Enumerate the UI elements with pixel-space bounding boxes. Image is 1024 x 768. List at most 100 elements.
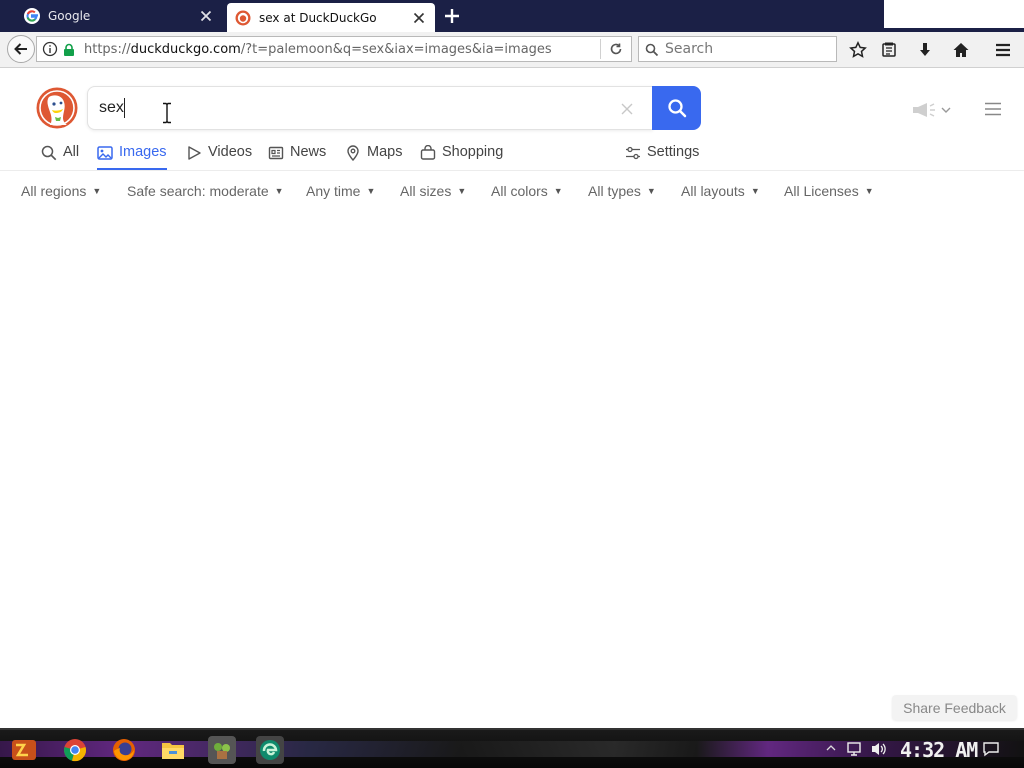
tab-all[interactable]: All <box>41 144 79 170</box>
search-placeholder: Search <box>665 41 714 57</box>
dropdown-arrow-icon: ▼ <box>274 186 284 196</box>
search-button[interactable] <box>652 86 701 130</box>
dropdown-arrow-icon: ▼ <box>366 186 376 196</box>
dropdown-arrow-icon: ▼ <box>553 186 563 196</box>
play-icon <box>188 146 201 160</box>
search-icon <box>645 42 659 57</box>
edge-icon[interactable] <box>256 736 284 764</box>
tab-label: Images <box>119 144 167 160</box>
feedback-label: Share Feedback <box>903 699 1006 716</box>
tab-strip: Google sex at DuckDuckGo <box>0 0 1024 32</box>
firefox-icon[interactable] <box>110 736 138 764</box>
tab-maps[interactable]: Maps <box>345 144 402 170</box>
ibeam-cursor-icon <box>161 102 173 124</box>
filter-size[interactable]: All sizes ▼ <box>400 183 466 199</box>
filter-label: All types <box>588 183 641 199</box>
tab-images[interactable]: Images <box>97 144 167 170</box>
tab-title: Google <box>48 9 91 23</box>
tab-strip-blank <box>884 0 1024 28</box>
dropdown-arrow-icon: ▼ <box>864 186 874 196</box>
filter-label: All Licenses <box>784 183 859 199</box>
tab-shopping[interactable]: Shopping <box>420 144 503 170</box>
filter-label: All regions <box>21 183 87 199</box>
filter-label: Any time <box>306 183 361 199</box>
tab-label: All <box>63 144 80 160</box>
game-icon[interactable] <box>208 736 236 764</box>
filter-safe-search[interactable]: Safe search: moderate ▼ <box>127 183 284 199</box>
search-icon <box>41 145 57 161</box>
filter-time[interactable]: Any time ▼ <box>306 183 375 199</box>
url-scheme: https:// <box>84 41 131 57</box>
share-feedback-button[interactable]: Share Feedback <box>892 695 1017 720</box>
url-path: /?t=palemoon&q=sex&iax=images&ia=images <box>240 41 552 57</box>
arrow-left-icon <box>14 43 27 55</box>
new-tab-icon[interactable] <box>442 6 462 26</box>
text-caret <box>124 98 125 118</box>
image-filters-bar: All regions ▼ Safe search: moderate ▼ Any … <box>0 183 1024 203</box>
chrome-icon[interactable] <box>61 736 89 764</box>
close-tab-icon[interactable] <box>198 8 214 24</box>
lock-icon <box>62 42 76 56</box>
search-icon <box>667 99 686 118</box>
dropdown-arrow-icon: ▼ <box>92 186 102 196</box>
reading-list-icon[interactable] <box>877 38 901 62</box>
menu-icon[interactable] <box>991 38 1015 62</box>
filter-type[interactable]: All types ▼ <box>588 183 656 199</box>
tab-label: Videos <box>208 144 253 160</box>
reload-icon[interactable] <box>601 37 631 61</box>
image-icon <box>97 146 113 160</box>
search-verticals-nav: All Images Videos News Maps Shopping Set… <box>0 140 1024 171</box>
address-bar[interactable]: https://duckduckgo.com/?t=palemoon&q=sex… <box>36 36 632 62</box>
shopping-bag-icon <box>420 145 436 160</box>
volume-icon[interactable] <box>870 740 888 758</box>
taskbar-clock[interactable]: 4:32 AM <box>900 738 978 762</box>
start-icon[interactable] <box>10 736 38 764</box>
sliders-icon <box>626 146 640 160</box>
tab-duckduckgo[interactable]: sex at DuckDuckGo <box>227 3 435 32</box>
duckduckgo-logo[interactable] <box>36 87 78 129</box>
back-button[interactable] <box>7 35 35 63</box>
tab-label: Maps <box>367 144 403 160</box>
dropdown-arrow-icon: ▼ <box>457 186 467 196</box>
download-icon[interactable] <box>913 38 937 62</box>
newspaper-icon <box>268 146 284 160</box>
clear-icon[interactable] <box>620 101 634 115</box>
navigation-toolbar: https://duckduckgo.com/?t=palemoon&q=sex… <box>0 32 1024 68</box>
ddg-menu-icon[interactable] <box>984 101 1002 117</box>
google-icon <box>24 8 40 24</box>
filter-label: All colors <box>491 183 548 199</box>
settings-link[interactable]: Settings <box>625 144 699 170</box>
info-icon[interactable] <box>42 41 58 57</box>
tab-google[interactable]: Google <box>16 2 222 30</box>
chevron-down-icon <box>941 107 951 113</box>
search-input[interactable]: sex <box>99 99 124 117</box>
tray-expand-icon[interactable] <box>826 740 836 756</box>
filter-label: All layouts <box>681 183 745 199</box>
close-tab-icon[interactable] <box>411 10 427 26</box>
tab-label: News <box>290 144 327 160</box>
tab-videos[interactable]: Videos <box>186 144 252 170</box>
url-text[interactable]: https://duckduckgo.com/?t=palemoon&q=sex… <box>84 42 600 57</box>
settings-label: Settings <box>647 144 700 160</box>
announcement-dropdown[interactable] <box>911 100 957 120</box>
filter-label: Safe search: moderate <box>127 183 269 199</box>
file-explorer-icon[interactable] <box>159 736 187 764</box>
network-icon[interactable] <box>846 740 864 758</box>
dropdown-arrow-icon: ▼ <box>646 186 656 196</box>
browser-search-field[interactable]: Search <box>638 36 837 62</box>
filter-layout[interactable]: All layouts ▼ <box>681 183 760 199</box>
filter-region[interactable]: All regions ▼ <box>21 183 101 199</box>
tab-news[interactable]: News <box>268 144 326 170</box>
url-host: duckduckgo.com <box>130 41 241 57</box>
filter-color[interactable]: All colors ▼ <box>491 183 563 199</box>
dropdown-arrow-icon: ▼ <box>750 186 760 196</box>
filter-license[interactable]: All Licenses ▼ <box>784 183 874 199</box>
home-icon[interactable] <box>949 38 973 62</box>
map-pin-icon <box>347 145 359 161</box>
notification-icon[interactable] <box>982 740 1000 758</box>
filter-label: All sizes <box>400 183 452 199</box>
megaphone-icon <box>913 103 935 117</box>
taskbar: 4:32 AM <box>0 728 1024 768</box>
duckduckgo-icon <box>235 10 251 26</box>
bookmark-star-icon[interactable] <box>846 38 870 62</box>
